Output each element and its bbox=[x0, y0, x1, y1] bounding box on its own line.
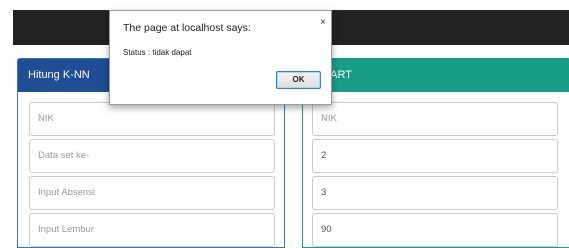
alert-dialog-message: Status : tidak dapat bbox=[123, 48, 192, 57]
ok-button[interactable]: OK bbox=[276, 71, 321, 89]
cart-panel-title: g CART bbox=[303, 59, 569, 92]
close-icon[interactable]: × bbox=[320, 17, 326, 28]
alert-dialog: The page at localhost says: × Status : t… bbox=[109, 10, 332, 105]
knn-absensi-input[interactable]: Input Absensi bbox=[29, 176, 275, 210]
knn-dataset-input[interactable]: Data set ke- bbox=[29, 139, 275, 173]
knn-nik-input[interactable]: NIK bbox=[29, 102, 275, 136]
cart-absensi-input[interactable]: 3 bbox=[312, 176, 558, 210]
cart-dataset-input[interactable]: 2 bbox=[312, 139, 558, 173]
knn-lembur-input[interactable]: Input Lembur bbox=[29, 213, 275, 247]
cart-nik-input[interactable]: NIK bbox=[312, 102, 558, 136]
cart-lembur-input[interactable]: 90 bbox=[312, 213, 558, 247]
alert-dialog-title: The page at localhost says: bbox=[123, 22, 251, 34]
cart-panel: g CART NIK 2 3 90 bbox=[302, 58, 569, 248]
